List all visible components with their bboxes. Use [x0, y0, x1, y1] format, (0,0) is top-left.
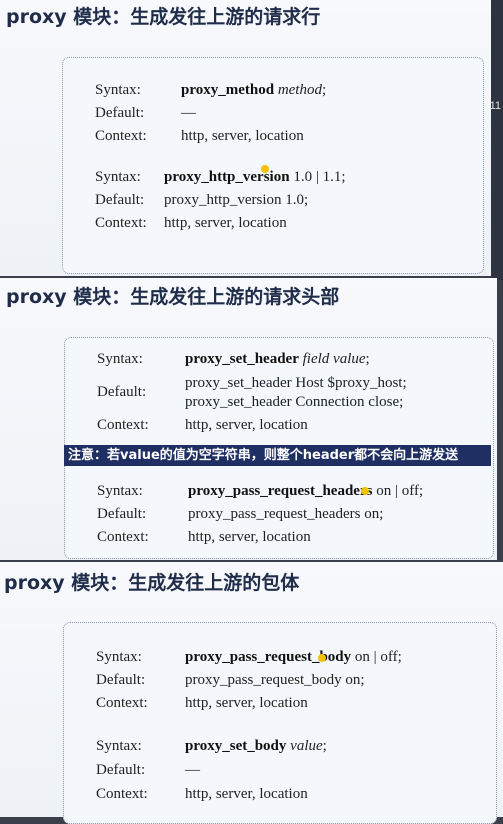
- default-label: Default:: [95, 192, 145, 208]
- note-banner: 注意：若value的值为空字符串，则整个header都不会向上游发送: [64, 445, 491, 466]
- edge-text: 11: [489, 100, 501, 112]
- syntax-label: Syntax:: [96, 649, 142, 665]
- slide-title: proxy 模块：生成发往上游的包体: [4, 572, 300, 594]
- default-value: proxy_pass_request_headers on;: [188, 506, 384, 522]
- syntax-value: proxy_pass_request_headers on | off;: [188, 483, 424, 499]
- cursor-highlight-icon: [361, 487, 369, 495]
- default-label: Default:: [95, 105, 145, 121]
- context-value: http, server, location: [185, 786, 308, 802]
- syntax-label: Syntax:: [95, 169, 141, 185]
- directive-box: Syntax: proxy_method method; Default: — …: [62, 57, 484, 274]
- syntax-label: Syntax:: [97, 483, 143, 499]
- context-label: Context:: [95, 128, 147, 144]
- default-label: Default:: [97, 506, 147, 522]
- syntax-value: proxy_set_header field value;: [185, 351, 370, 367]
- directive-box: Syntax: proxy_pass_request_body on | off…: [63, 622, 497, 824]
- syntax-value: proxy_pass_request_body on | off;: [185, 649, 402, 665]
- context-value: http, server, location: [185, 695, 308, 711]
- syntax-value: proxy_http_version 1.0 | 1.1;: [164, 169, 346, 185]
- context-value: http, server, location: [181, 128, 304, 144]
- syntax-label: Syntax:: [95, 82, 141, 98]
- cursor-highlight-icon: [261, 165, 269, 173]
- default-label: Default:: [96, 762, 146, 778]
- slide-panel-request-line: proxy 模块：生成发往上游的请求行 Syntax: proxy_method…: [0, 0, 491, 276]
- context-label: Context:: [97, 417, 149, 433]
- context-value: http, server, location: [185, 417, 308, 433]
- default-value: proxy_pass_request_body on;: [185, 672, 365, 688]
- default-value: —: [181, 105, 196, 121]
- default-value-2: proxy_set_header Connection close;: [185, 394, 404, 410]
- background-window-edge: [491, 0, 503, 280]
- context-label: Context:: [95, 215, 147, 231]
- context-label: Context:: [96, 786, 148, 802]
- syntax-value: proxy_method method;: [181, 82, 327, 98]
- context-label: Context:: [96, 695, 148, 711]
- slide-title: proxy 模块：生成发往上游的请求头部: [6, 286, 340, 308]
- context-value: http, server, location: [188, 529, 311, 545]
- cursor-highlight-icon: [318, 654, 326, 662]
- default-value: proxy_http_version 1.0;: [164, 192, 309, 208]
- context-value: http, server, location: [164, 215, 287, 231]
- syntax-label: Syntax:: [96, 738, 142, 754]
- default-value-1: proxy_set_header Host $proxy_host;: [185, 375, 407, 391]
- syntax-value: proxy_set_body value;: [185, 738, 327, 754]
- default-label: Default:: [96, 672, 146, 688]
- syntax-label: Syntax:: [97, 351, 143, 367]
- default-value: —: [185, 762, 200, 778]
- slide-title: proxy 模块：生成发往上游的请求行: [6, 6, 321, 28]
- default-label: Default:: [97, 384, 147, 400]
- context-label: Context:: [97, 529, 149, 545]
